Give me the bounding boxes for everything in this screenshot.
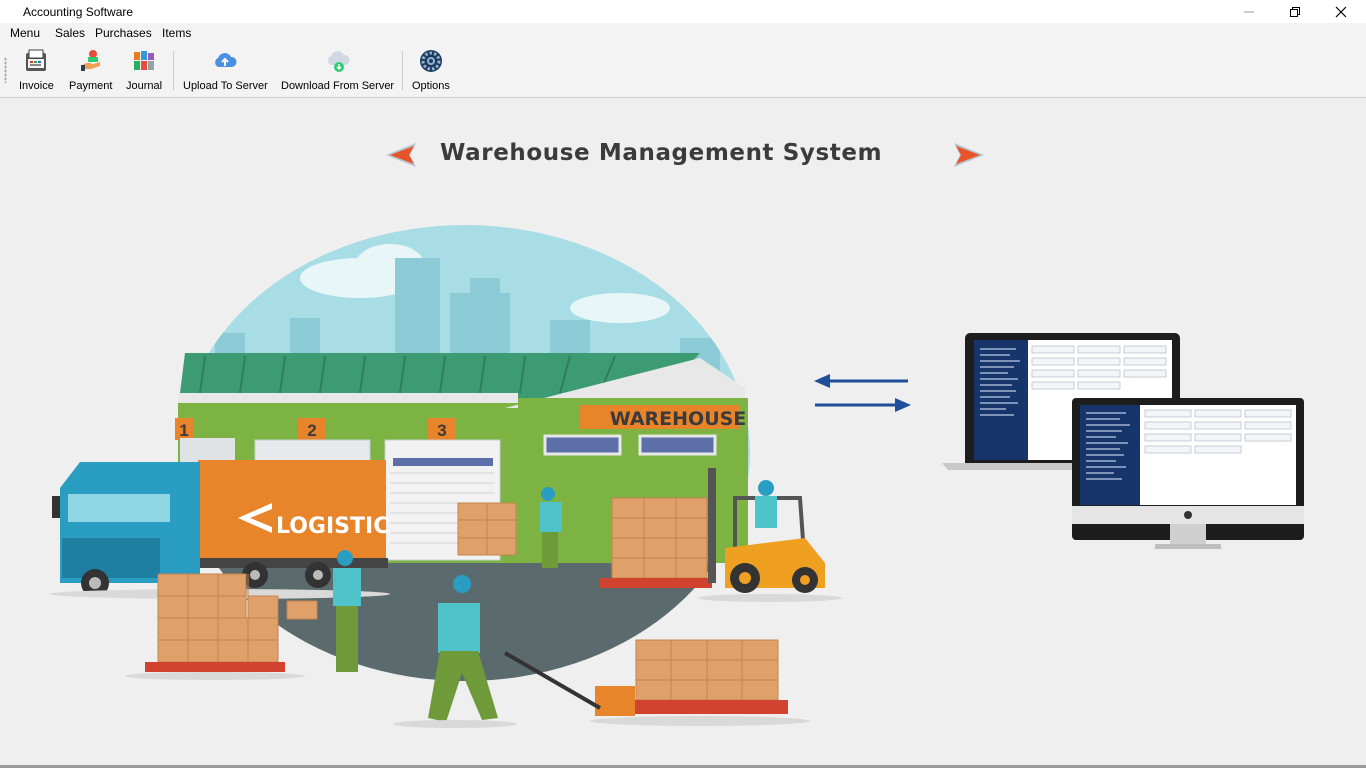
restore-button[interactable] [1272, 0, 1318, 23]
main-panel: Warehouse Management System WAREHOUSE 1 … [0, 98, 1366, 765]
dock-number-1: 1 [179, 421, 188, 440]
gear-icon [418, 48, 444, 74]
toolbar-separator [402, 51, 403, 91]
options-button[interactable]: Options [412, 48, 450, 94]
download-from-server-label: Download From Server [281, 80, 395, 92]
payment-button[interactable]: Payment [69, 48, 112, 94]
truck-label: LOGISTIC [276, 514, 389, 539]
desktop-monitor-illustration [1072, 398, 1304, 549]
toolbar-grip[interactable] [4, 57, 7, 83]
menu-purchases[interactable]: Purchases [95, 26, 152, 40]
download-from-server-button[interactable]: Download From Server [281, 48, 394, 94]
close-button[interactable] [1318, 0, 1364, 23]
toolbar: Invoice Payment Journal Upload To Server… [0, 43, 1366, 98]
cloud-download-icon [325, 48, 351, 74]
dock-number-3: 3 [437, 421, 446, 440]
menu-bar: Menu Sales Purchases Items [0, 23, 1366, 43]
journal-label: Journal [126, 80, 163, 92]
minimize-button[interactable] [1226, 0, 1272, 23]
upload-to-server-label: Upload To Server [183, 80, 268, 92]
invoice-label: Invoice [19, 80, 54, 92]
warehouse-illustration: WAREHOUSE 1 2 3 LOGISTIC [50, 225, 1304, 728]
close-icon [1335, 6, 1347, 17]
sync-arrows-icon [814, 374, 911, 412]
invoice-button[interactable]: Invoice [19, 48, 54, 94]
toolbar-separator [173, 51, 174, 91]
options-label: Options [412, 80, 450, 92]
menu-sales[interactable]: Sales [55, 26, 85, 40]
truck-trailer [198, 460, 386, 558]
menu-items[interactable]: Items [162, 26, 191, 40]
dock-number-2: 2 [307, 421, 316, 440]
minimize-icon [1244, 11, 1254, 12]
restore-icon [1290, 6, 1300, 17]
journal-button[interactable]: Journal [126, 48, 162, 94]
journal-icon [131, 48, 157, 74]
menu-menu[interactable]: Menu [10, 26, 40, 40]
title-bar: Accounting Software [0, 0, 1366, 23]
warehouse-sign-text: WAREHOUSE [610, 408, 747, 430]
window-title: Accounting Software [23, 5, 134, 19]
payment-label: Payment [69, 80, 113, 92]
invoice-icon [23, 48, 49, 74]
upload-to-server-button[interactable]: Upload To Server [183, 48, 268, 94]
payment-icon [78, 48, 104, 74]
cloud-upload-icon [212, 48, 238, 74]
